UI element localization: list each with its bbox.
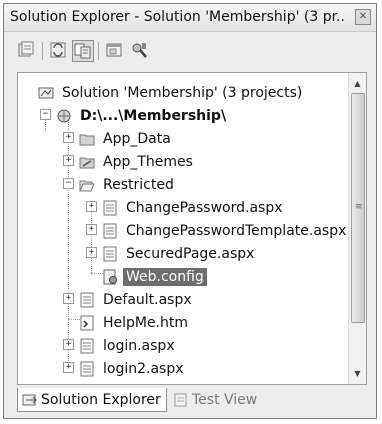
properties-icon <box>18 41 34 57</box>
html-file-icon <box>79 315 95 331</box>
aspx-file-icon <box>102 246 118 262</box>
tree-item-label: Web.config <box>123 267 207 286</box>
aspx-file-icon <box>79 361 95 377</box>
config-file-icon <box>102 269 118 285</box>
toolbar <box>12 38 370 64</box>
tab-label: Test View <box>192 392 258 408</box>
themes-folder-icon <box>79 154 95 170</box>
tab-test-view[interactable]: Test View <box>169 388 265 412</box>
tree-item-app-data[interactable]: App_Data <box>79 127 174 150</box>
scroll-up-arrow-icon[interactable]: ▲ <box>349 75 366 92</box>
close-button[interactable]: ✕ <box>355 9 371 25</box>
show-all-files-button[interactable] <box>72 40 94 62</box>
vertical-scrollbar[interactable]: ▲ ≡ ▼ <box>348 73 366 384</box>
tree-item-project[interactable]: D:\...\Membership\ <box>56 104 229 127</box>
aspx-file-icon <box>79 338 95 354</box>
tree-item-label: ChangePasswordTemplate.aspx <box>126 222 347 239</box>
tree-line <box>91 211 92 273</box>
tree-item-label: login.aspx <box>103 337 175 354</box>
toolbar-separator <box>98 42 99 60</box>
show-all-files-icon <box>74 43 91 59</box>
expand-toggle[interactable]: + <box>63 155 74 166</box>
aspx-file-icon <box>79 292 95 308</box>
properties-button[interactable] <box>16 40 38 62</box>
view-designer-icon <box>106 43 122 57</box>
tree-line <box>45 119 46 131</box>
website-project-icon <box>56 108 72 124</box>
expand-toggle[interactable]: + <box>63 339 74 350</box>
tree-item-label: App_Data <box>103 130 171 147</box>
solution-icon <box>38 85 54 101</box>
expand-toggle[interactable]: + <box>63 132 74 143</box>
grip-icon: ≡ <box>355 202 363 212</box>
view-designer-button[interactable] <box>104 40 126 62</box>
title-bar[interactable]: Solution Explorer - Solution 'Membership… <box>4 4 376 32</box>
aspx-file-icon <box>102 200 118 216</box>
solution-explorer-window: Solution Explorer - Solution 'Membership… <box>3 3 377 419</box>
tree-item-label: Default.aspx <box>103 291 192 308</box>
tree-item-login2[interactable]: login2.aspx <box>79 357 187 380</box>
collapse-toggle[interactable]: − <box>63 178 74 189</box>
tab-solution-explorer[interactable]: Solution Explorer <box>17 388 167 412</box>
tree-item-label: HelpMe.htm <box>103 314 189 331</box>
scroll-down-arrow-icon[interactable]: ▼ <box>349 365 366 382</box>
expand-toggle[interactable]: + <box>86 201 97 212</box>
tree-item-login[interactable]: login.aspx <box>79 334 178 357</box>
tree-item-restricted[interactable]: Restricted <box>79 173 177 196</box>
close-icon: ✕ <box>358 11 368 22</box>
asp-net-configuration-button[interactable] <box>130 40 152 62</box>
refresh-icon <box>50 42 66 58</box>
tree-item-label: D:\...\Membership\ <box>80 107 227 124</box>
tree-item-label: SecuredPage.aspx <box>126 245 255 262</box>
tree-item-app-themes[interactable]: App_Themes <box>79 150 196 173</box>
refresh-button[interactable] <box>48 40 70 62</box>
aspx-file-icon <box>102 223 118 239</box>
tree-item-label: ChangePassword.aspx <box>126 199 283 216</box>
tree-item-label: login2.aspx <box>103 360 184 377</box>
folder-icon <box>79 131 95 147</box>
asp-net-configuration-icon <box>132 43 147 58</box>
solution-explorer-icon <box>22 392 38 408</box>
expand-toggle[interactable]: + <box>86 224 97 235</box>
solution-tree[interactable]: Solution 'Membership' (3 projects) − D:\… <box>17 72 367 385</box>
test-view-icon <box>173 392 189 408</box>
tree-item-web-config[interactable]: Web.config <box>102 265 207 288</box>
scrollbar-thumb[interactable]: ≡ <box>351 93 365 323</box>
toolbar-separator <box>42 42 43 60</box>
panel-tabs: Solution Explorer Test View <box>17 388 367 414</box>
tab-label: Solution Explorer <box>41 391 161 408</box>
tree-item-label: Solution 'Membership' (3 projects) <box>62 84 303 101</box>
expand-toggle[interactable]: + <box>63 362 74 373</box>
expand-toggle[interactable]: + <box>63 293 74 304</box>
tree-item-securedpage[interactable]: SecuredPage.aspx <box>102 242 257 265</box>
collapse-toggle[interactable]: − <box>40 109 51 120</box>
tree-item-solution[interactable]: Solution 'Membership' (3 projects) <box>38 81 305 104</box>
tree-item-helpme[interactable]: HelpMe.htm <box>79 311 191 334</box>
tree-item-changepassword[interactable]: ChangePassword.aspx <box>102 196 286 219</box>
tree-item-default[interactable]: Default.aspx <box>79 288 195 311</box>
open-folder-icon <box>79 177 95 193</box>
tree-item-changepasswordtemplate[interactable]: ChangePasswordTemplate.aspx <box>102 219 349 242</box>
expand-toggle[interactable]: + <box>86 247 97 258</box>
tree-item-label: Restricted <box>103 176 174 193</box>
tree-item-label: App_Themes <box>103 153 193 170</box>
window-title: Solution Explorer - Solution 'Membership… <box>10 9 345 25</box>
